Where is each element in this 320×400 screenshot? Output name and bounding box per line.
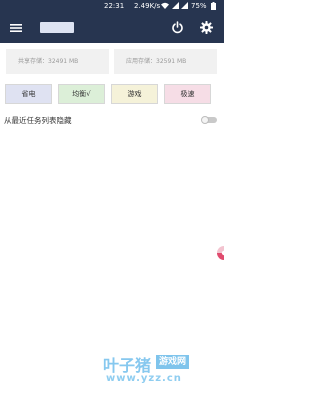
shared-storage-card: 共享存储：32491 MB (6, 49, 109, 74)
wifi-icon (161, 2, 169, 9)
toggle-thumb (201, 116, 209, 124)
signal-icon (172, 2, 179, 9)
status-bar: 22:31 2.49K/s 75% (0, 0, 224, 13)
watermark-badge: 游戏网 (156, 355, 190, 369)
hide-from-recents-label: 从最近任务列表隐藏 (4, 116, 72, 125)
app-toolbar (0, 13, 224, 43)
watermark-url: www.yzz.cn (106, 373, 182, 384)
hide-from-recents-toggle[interactable] (201, 116, 217, 124)
app-title-redacted (40, 22, 74, 33)
performance-mode-button[interactable]: 极速 (164, 84, 211, 104)
floating-ball-icon[interactable] (213, 246, 224, 260)
power-icon[interactable] (171, 21, 184, 34)
power-save-mode-button[interactable]: 省电 (5, 84, 52, 104)
menu-icon[interactable] (10, 22, 22, 34)
game-mode-button[interactable]: 游戏 (111, 84, 158, 104)
app-storage-card: 应用存储：32591 MB (114, 49, 217, 74)
network-speed: 2.49K/s (134, 2, 161, 10)
gear-icon[interactable] (200, 21, 213, 34)
signal-icon (181, 2, 188, 9)
balanced-mode-button[interactable]: 均衡√ (58, 84, 105, 104)
battery-percent: 75% (191, 2, 207, 10)
status-time: 22:31 (104, 2, 125, 10)
battery-icon (211, 2, 216, 10)
watermark: 叶子猪 游戏网 www.yzz.cn (103, 352, 221, 390)
